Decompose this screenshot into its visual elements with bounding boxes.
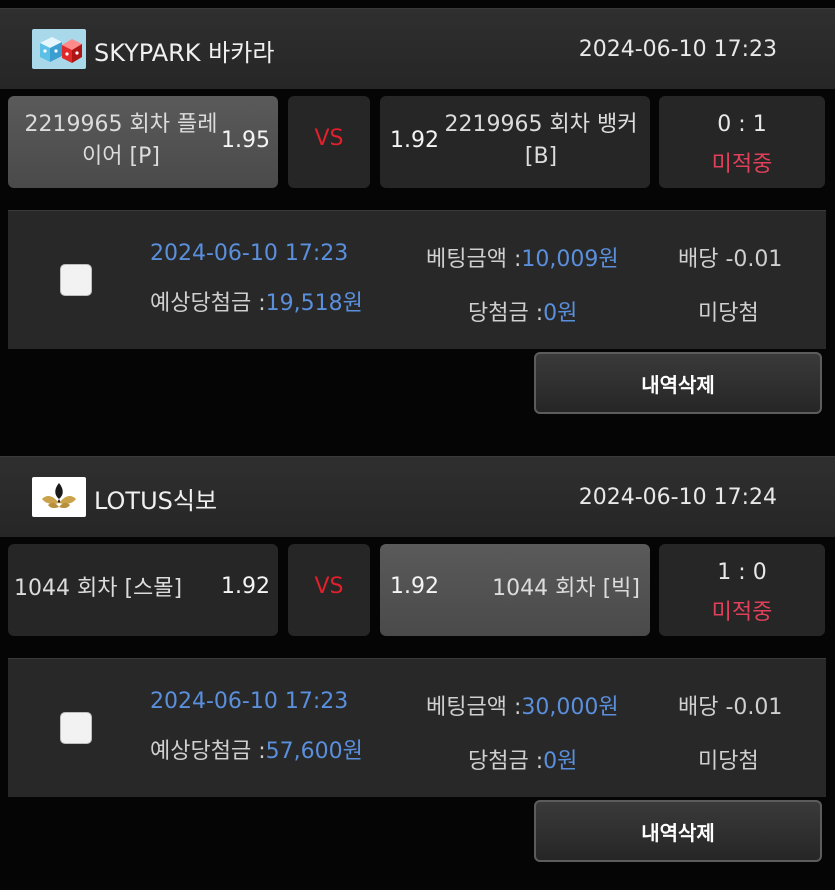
bet-amount-label: 베팅금액 :: [426, 695, 522, 720]
right-pick-box[interactable]: 1.92 1044 회차 [빅]: [380, 544, 650, 636]
right-pick-box[interactable]: 1.92 2219965 회차 뱅커 [B]: [380, 96, 650, 188]
game-time: 2024-06-10 17:23: [578, 37, 777, 62]
status: 미적중: [711, 152, 773, 177]
left-odds: 1.92: [221, 574, 270, 599]
delete-history-button[interactable]: 내역삭제: [534, 352, 822, 414]
win-amount: 당첨금 :0원: [468, 295, 577, 327]
game-time: 2024-06-10 17:24: [578, 485, 777, 510]
bet-amount-value: 30,000원: [521, 695, 619, 720]
bet-result: 미당첨: [698, 749, 759, 774]
dice-icon: [32, 29, 86, 69]
right-odds: 1.92: [390, 128, 439, 153]
expected-value: 19,518원: [265, 291, 363, 316]
bet-time: 2024-06-10 17:23: [150, 689, 349, 714]
game-name: LOTUS식보: [94, 487, 218, 515]
win-label: 당첨금 :: [468, 301, 544, 326]
expected-value: 57,600원: [265, 739, 363, 764]
dividend: 배당 -0.01: [678, 247, 783, 272]
vs-box: VS: [288, 96, 370, 188]
right-team-line1: 1044 회차 [빅]: [492, 576, 640, 601]
score-box: 1 : 0 미적중: [659, 544, 825, 636]
lotus-icon: [32, 477, 86, 517]
bet-detail-panel: 2024-06-10 17:23 예상당첨금 :19,518원 베팅금액 :10…: [8, 210, 826, 349]
left-team-line1: 2219965 회차 플레: [24, 112, 218, 137]
left-team-line1: 1044 회차 [스몰]: [14, 576, 183, 601]
score-box: 0 : 1 미적중: [659, 96, 825, 188]
game-header: SKYPARK 바카라 2024-06-10 17:23: [0, 8, 835, 89]
bet-result: 미당첨: [698, 301, 759, 326]
right-odds: 1.92: [390, 574, 439, 599]
delete-history-button[interactable]: 내역삭제: [534, 800, 822, 862]
bet-amount: 베팅금액 :10,009원: [426, 241, 619, 273]
left-pick-box[interactable]: 2219965 회차 플레 이어 [P] 1.95: [8, 96, 278, 188]
bet-time: 2024-06-10 17:23: [150, 241, 349, 266]
win-label: 당첨금 :: [468, 749, 544, 774]
status: 미적중: [711, 600, 773, 625]
expected-win: 예상당첨금 :57,600원: [150, 733, 363, 765]
left-team-line2: 이어 [P]: [82, 144, 160, 169]
dividend: 배당 -0.01: [678, 695, 783, 720]
vs-box: VS: [288, 544, 370, 636]
score: 0 : 1: [717, 112, 767, 137]
score: 1 : 0: [717, 560, 767, 585]
win-value: 0원: [543, 301, 578, 326]
select-checkbox[interactable]: [60, 712, 92, 744]
left-pick-box[interactable]: 1044 회차 [스몰] 1.92: [8, 544, 278, 636]
win-amount: 당첨금 :0원: [468, 743, 577, 775]
right-team-line2: [B]: [524, 144, 558, 169]
win-value: 0원: [543, 749, 578, 774]
expected-label: 예상당첨금 :: [150, 739, 266, 764]
expected-label: 예상당첨금 :: [150, 291, 266, 316]
bet-amount-value: 10,009원: [521, 247, 619, 272]
vs-label: VS: [314, 126, 344, 151]
vs-label: VS: [314, 574, 344, 599]
bet-detail-panel: 2024-06-10 17:23 예상당첨금 :57,600원 베팅금액 :30…: [8, 658, 826, 797]
select-checkbox[interactable]: [60, 264, 92, 296]
game-name: SKYPARK 바카라: [94, 39, 275, 67]
bet-amount: 베팅금액 :30,000원: [426, 689, 619, 721]
expected-win: 예상당첨금 :19,518원: [150, 285, 363, 317]
bet-amount-label: 베팅금액 :: [426, 247, 522, 272]
right-team-line1: 2219965 회차 뱅커: [444, 112, 638, 137]
left-odds: 1.95: [221, 128, 270, 153]
game-header: LOTUS식보 2024-06-10 17:24: [0, 456, 835, 537]
